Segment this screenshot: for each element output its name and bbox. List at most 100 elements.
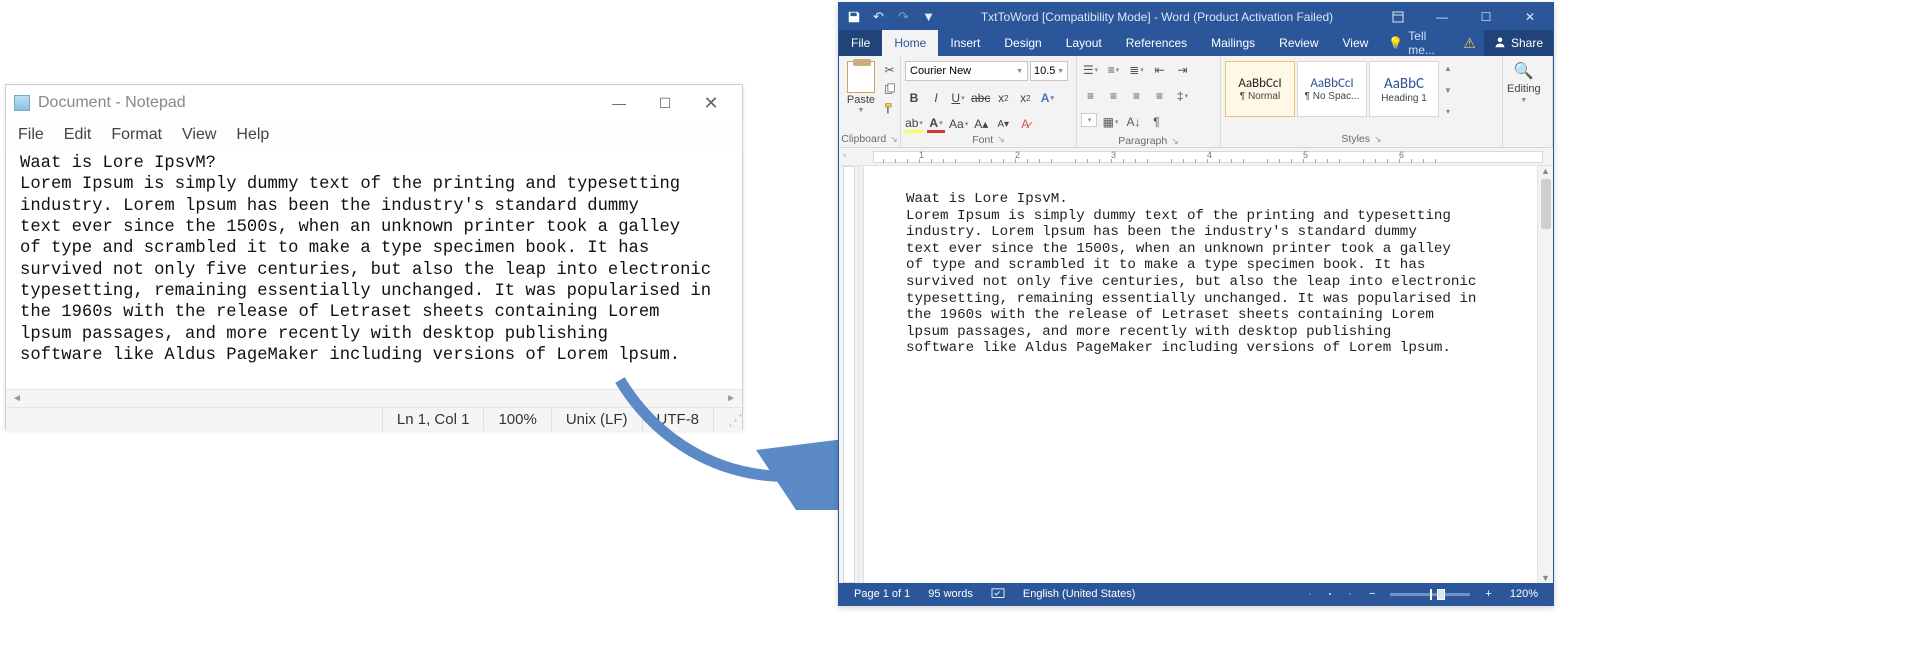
close-button[interactable]: ✕ — [688, 88, 734, 118]
undo-icon[interactable]: ↶ — [870, 8, 887, 25]
shrink-font-button[interactable]: A▾ — [994, 115, 1012, 133]
redo-icon[interactable]: ↷ — [895, 8, 912, 25]
tab-mailings[interactable]: Mailings — [1199, 30, 1267, 56]
horizontal-ruler[interactable]: ▫ 123456 — [839, 148, 1553, 166]
tab-home[interactable]: Home — [882, 30, 938, 56]
clear-formatting-button[interactable]: A̷ — [1016, 115, 1034, 133]
sort-button[interactable]: A↓ — [1124, 113, 1143, 131]
font-color-button[interactable]: A▾ — [927, 115, 945, 133]
dialog-launcher-icon[interactable]: ↘ — [1171, 136, 1179, 147]
increase-indent-button[interactable]: ⇥ — [1173, 61, 1192, 79]
word-titlebar[interactable]: ↶ ↷ ▼ TxtToWord [Compatibility Mode] - W… — [839, 3, 1553, 30]
read-mode-button[interactable] — [1300, 588, 1320, 600]
strikethrough-button[interactable]: abc — [971, 89, 990, 107]
grow-font-button[interactable]: A▴ — [972, 115, 990, 133]
status-page[interactable]: Page 1 of 1 — [845, 588, 919, 600]
tab-insert[interactable]: Insert — [938, 30, 992, 56]
change-case-button[interactable]: Aa▾ — [949, 115, 968, 133]
font-name-combo[interactable]: Courier New ▼ — [905, 61, 1028, 81]
scroll-right-icon[interactable]: ► — [726, 393, 736, 404]
maximize-button[interactable]: ☐ — [1465, 4, 1507, 29]
decrease-indent-button[interactable]: ⇤ — [1150, 61, 1169, 79]
tab-review[interactable]: Review — [1267, 30, 1330, 56]
scroll-up-icon[interactable]: ▲ — [1541, 166, 1550, 176]
italic-button[interactable]: I — [927, 89, 945, 107]
notepad-horizontal-scrollbar[interactable]: ◄ ► — [6, 389, 742, 407]
chevron-down-icon[interactable]: ▼ — [1441, 86, 1455, 95]
align-center-button[interactable]: ≡ — [1104, 87, 1123, 105]
menu-format[interactable]: Format — [111, 126, 162, 144]
tab-view[interactable]: View — [1331, 30, 1381, 56]
style-normal[interactable]: AaBbCcI ¶ Normal — [1225, 61, 1295, 117]
menu-file[interactable]: File — [18, 126, 44, 144]
show-hide-marks-button[interactable]: ¶ — [1147, 113, 1166, 131]
style-no-spacing[interactable]: AaBbCcI ¶ No Spac... — [1297, 61, 1367, 117]
tab-layout[interactable]: Layout — [1054, 30, 1114, 56]
zoom-in-button[interactable]: + — [1476, 588, 1500, 600]
subscript-button[interactable]: x2 — [994, 89, 1012, 107]
align-left-button[interactable]: ≡ — [1081, 87, 1100, 105]
activation-warning-icon[interactable]: ⚠ — [1455, 30, 1484, 56]
zoom-level[interactable]: 120% — [1501, 588, 1547, 600]
document-text[interactable]: Waat is Lore IpsvM. Lorem Ipsum is simpl… — [906, 191, 1504, 357]
qat-dropdown-icon[interactable]: ▼ — [920, 8, 937, 25]
underline-button[interactable]: U▾ — [949, 89, 967, 107]
bullets-button[interactable]: ☰▾ — [1081, 61, 1100, 79]
menu-view[interactable]: View — [182, 126, 216, 144]
vertical-scrollbar[interactable]: ▲ ▼ — [1537, 166, 1553, 583]
notepad-titlebar[interactable]: Document - Notepad — ☐ ✕ — [6, 85, 742, 121]
status-word-count[interactable]: 95 words — [919, 588, 982, 600]
print-layout-button[interactable] — [1320, 588, 1340, 600]
styles-gallery-scroll[interactable]: ▲ ▼ ▾ — [1441, 61, 1455, 119]
copy-icon[interactable] — [883, 83, 896, 96]
text-effects-button[interactable]: A▾ — [1038, 89, 1056, 107]
menu-help[interactable]: Help — [236, 126, 269, 144]
maximize-button[interactable]: ☐ — [642, 88, 688, 118]
paste-button[interactable]: Paste ▼ — [843, 61, 879, 114]
superscript-button[interactable]: x2 — [1016, 89, 1034, 107]
status-language[interactable]: English (United States) — [1014, 588, 1145, 600]
chevron-up-icon[interactable]: ▲ — [1441, 64, 1455, 73]
tab-file[interactable]: File — [839, 30, 882, 56]
multilevel-list-button[interactable]: ≣▾ — [1127, 61, 1146, 79]
cut-icon[interactable]: ✂ — [883, 63, 896, 77]
ribbon-display-options-button[interactable] — [1377, 4, 1419, 29]
dialog-launcher-icon[interactable]: ↘ — [890, 134, 898, 145]
line-spacing-button[interactable]: ‡▾ — [1173, 87, 1192, 105]
editing-button[interactable]: 🔍 Editing ▼ — [1507, 61, 1541, 104]
tab-references[interactable]: References — [1114, 30, 1199, 56]
format-painter-icon[interactable] — [883, 102, 896, 115]
scroll-down-icon[interactable]: ▼ — [1541, 573, 1550, 583]
dialog-launcher-icon[interactable]: ↘ — [1374, 134, 1382, 145]
borders-button[interactable]: ▦▾ — [1101, 113, 1120, 131]
notepad-text-area[interactable]: Waat is Lore IpsvM? Lorem Ipsum is simpl… — [6, 149, 742, 389]
align-right-button[interactable]: ≡ — [1127, 87, 1146, 105]
numbering-button[interactable]: ≡▾ — [1104, 61, 1123, 79]
expand-gallery-icon[interactable]: ▾ — [1441, 107, 1455, 116]
web-layout-button[interactable] — [1340, 588, 1360, 600]
style-heading1[interactable]: AaBbC Heading 1 — [1369, 61, 1439, 117]
vertical-ruler[interactable] — [839, 166, 859, 583]
bold-button[interactable]: B — [905, 89, 923, 107]
share-button[interactable]: Share — [1484, 30, 1553, 56]
dialog-launcher-icon[interactable]: ↘ — [997, 134, 1005, 145]
save-icon[interactable] — [845, 8, 862, 25]
minimize-button[interactable]: — — [596, 88, 642, 118]
scroll-left-icon[interactable]: ◄ — [12, 393, 22, 404]
minimize-button[interactable]: — — [1421, 4, 1463, 29]
close-button[interactable]: ✕ — [1509, 4, 1551, 29]
zoom-out-button[interactable]: − — [1360, 588, 1384, 600]
zoom-slider[interactable] — [1390, 593, 1470, 596]
tab-design[interactable]: Design — [992, 30, 1053, 56]
resize-grip-icon[interactable]: ⋰ — [713, 408, 742, 431]
document-page[interactable]: Waat is Lore IpsvM. Lorem Ipsum is simpl… — [864, 166, 1544, 583]
ruler-corner-icon[interactable]: ▫ — [843, 150, 846, 160]
justify-button[interactable]: ≡ — [1150, 87, 1169, 105]
status-spellcheck-icon[interactable] — [982, 588, 1014, 600]
zoom-slider-thumb[interactable] — [1437, 589, 1445, 600]
font-size-combo[interactable]: 10.5 ▼ — [1030, 61, 1068, 81]
menu-edit[interactable]: Edit — [64, 126, 92, 144]
highlight-color-button[interactable]: ab▾ — [905, 115, 923, 133]
shading-button[interactable]: ▾ — [1081, 113, 1097, 127]
tell-me-search[interactable]: 💡 Tell me... — [1380, 30, 1455, 56]
